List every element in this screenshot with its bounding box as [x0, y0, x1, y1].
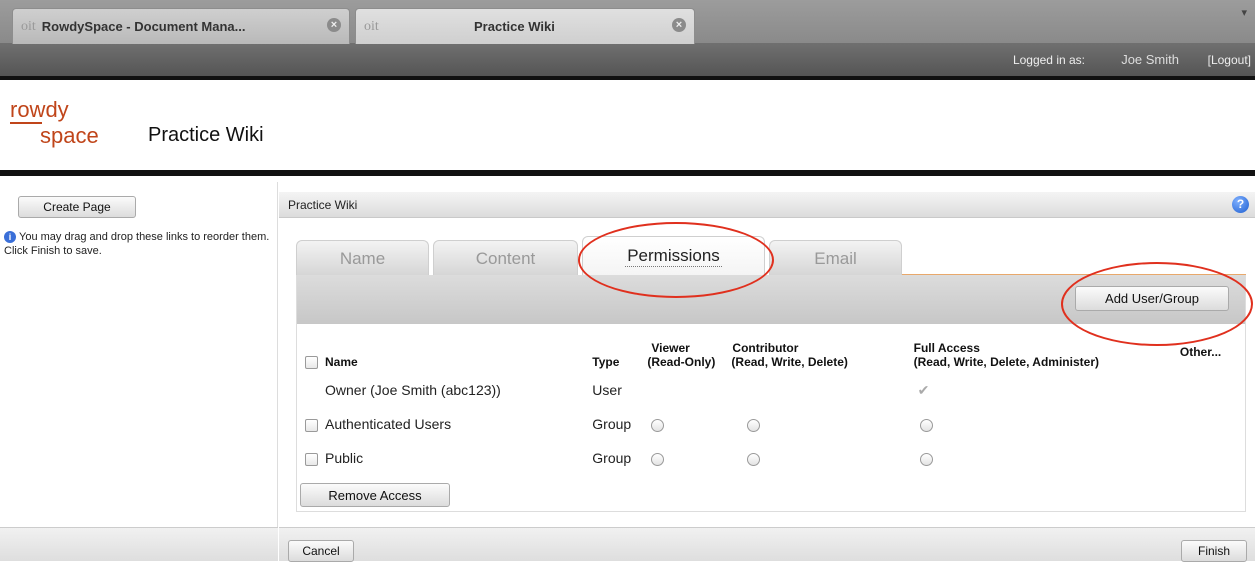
browser-tab-strip: oit RowdySpace - Document Mana... × oit …: [0, 0, 1255, 44]
row-type: Group: [592, 416, 632, 432]
rowdyspace-logo[interactable]: rowdy space: [10, 98, 99, 148]
column-header-viewer: Viewer (Read-Only): [647, 341, 731, 373]
session-bar: Logged in as: Joe Smith [Logout]: [0, 44, 1255, 76]
viewer-sublabel: (Read-Only): [647, 355, 716, 369]
table-row: Public Group: [305, 441, 1240, 475]
row-name-cell: Authenticated Users: [305, 407, 592, 441]
logo-line-1: rowdy: [10, 97, 69, 124]
select-all-checkbox[interactable]: [305, 356, 318, 369]
create-page-button[interactable]: Create Page: [18, 196, 136, 218]
contributor-label: Contributor: [732, 341, 799, 355]
column-header-full-access: Full Access (Read, Write, Delete, Adminis…: [914, 341, 1180, 373]
column-header-other[interactable]: Other...: [1180, 341, 1240, 373]
finish-button[interactable]: Finish: [1181, 540, 1247, 562]
info-icon: i: [4, 231, 16, 243]
column-header-type: Type: [592, 355, 620, 369]
permissions-table: Name Type Viewer (Read-Only) Contributor(…: [305, 341, 1240, 475]
viewer-radio[interactable]: [651, 418, 665, 432]
oit-favicon-icon: oit: [364, 18, 379, 34]
row-name: Authenticated Users: [325, 416, 452, 432]
full-access-radio[interactable]: [919, 418, 933, 432]
tab-name[interactable]: Name: [296, 240, 429, 276]
permissions-panel: Add User/Group Name Type Viewer (Read-Onl…: [296, 275, 1246, 512]
tab-permissions[interactable]: Permissions: [582, 236, 765, 276]
cancel-button[interactable]: Cancel: [288, 540, 354, 562]
row-checkbox[interactable]: [305, 452, 318, 466]
table-row: Owner (Joe Smith (abc123)) User ✔: [305, 373, 1240, 407]
row-name-cell: Public: [305, 441, 592, 475]
remove-access-button[interactable]: Remove Access: [300, 483, 450, 507]
full-access-radio[interactable]: [919, 452, 933, 466]
full-access-label: Full Access: [913, 341, 980, 355]
logged-in-label: Logged in as:: [1012, 53, 1085, 67]
browser-tab-practice-wiki[interactable]: oit Practice Wiki ×: [355, 8, 695, 44]
tab-email[interactable]: Email: [769, 240, 902, 276]
sidebar-hint: i You may drag and drop these links to re…: [4, 230, 274, 258]
permissions-toolbar: Add User/Group: [297, 275, 1245, 324]
checkmark-icon: ✔: [917, 381, 930, 398]
settings-tabs: Name Content Permissions Email: [296, 236, 1246, 276]
row-name-cell: Owner (Joe Smith (abc123)): [305, 373, 592, 407]
row-name: Owner (Joe Smith (abc123)): [325, 382, 501, 398]
full-access-check-cell: ✔: [914, 373, 1180, 407]
row-name: Public: [325, 450, 364, 466]
sidebar-footer: [0, 527, 278, 561]
help-icon[interactable]: ?: [1232, 196, 1249, 213]
row-type: User: [592, 382, 622, 398]
row-checkbox[interactable]: [305, 418, 318, 432]
site-title: Practice Wiki: [148, 124, 264, 146]
sidebar-hint-text: You may drag and drop these links to reo…: [4, 231, 270, 257]
column-header-contributor: Contributor (Read, Write, Delete): [731, 341, 913, 373]
panel-title: Practice Wiki: [288, 198, 358, 212]
full-access-sublabel: (Read, Write, Delete, Administer): [913, 355, 1099, 369]
sidebar: Create Page i You may drag and drop these…: [0, 182, 278, 561]
table-row: Authenticated Users Group: [305, 407, 1240, 441]
viewer-label: Viewer: [651, 341, 690, 355]
user-name: Joe Smith: [1121, 52, 1179, 67]
add-user-group-button[interactable]: Add User/Group: [1075, 286, 1229, 311]
contributor-sublabel: (Read, Write, Delete): [731, 355, 848, 369]
viewer-radio[interactable]: [651, 452, 665, 466]
contributor-radio[interactable]: [747, 418, 761, 432]
logo-line-2: space: [40, 123, 99, 148]
panel-footer: Cancel Finish: [279, 527, 1255, 562]
browser-tab-title: Practice Wiki: [474, 19, 555, 34]
browser-tab-title: RowdySpace - Document Mana...: [41, 19, 246, 34]
row-type: Group: [592, 450, 632, 466]
site-header: rowdy space Practice Wiki: [0, 76, 1255, 176]
browser-tab-rowdyspace[interactable]: oit RowdySpace - Document Mana... ×: [12, 8, 350, 44]
logout-link[interactable]: [Logout]: [1208, 53, 1251, 67]
panel-header: Practice Wiki ?: [279, 192, 1255, 218]
close-tab-icon[interactable]: ×: [672, 18, 686, 32]
tab-permissions-label: Permissions: [625, 246, 722, 267]
close-tab-icon[interactable]: ×: [327, 18, 341, 32]
tab-content[interactable]: Content: [433, 240, 578, 276]
oit-favicon-icon: oit: [21, 18, 36, 34]
table-header-row: Name Type Viewer (Read-Only) Contributor(…: [305, 341, 1240, 373]
tab-overflow-icon[interactable]: ▾: [1241, 6, 1247, 19]
column-header-name: Name: [305, 341, 592, 373]
column-name-label: Name: [325, 354, 358, 369]
contributor-radio[interactable]: [747, 452, 761, 466]
